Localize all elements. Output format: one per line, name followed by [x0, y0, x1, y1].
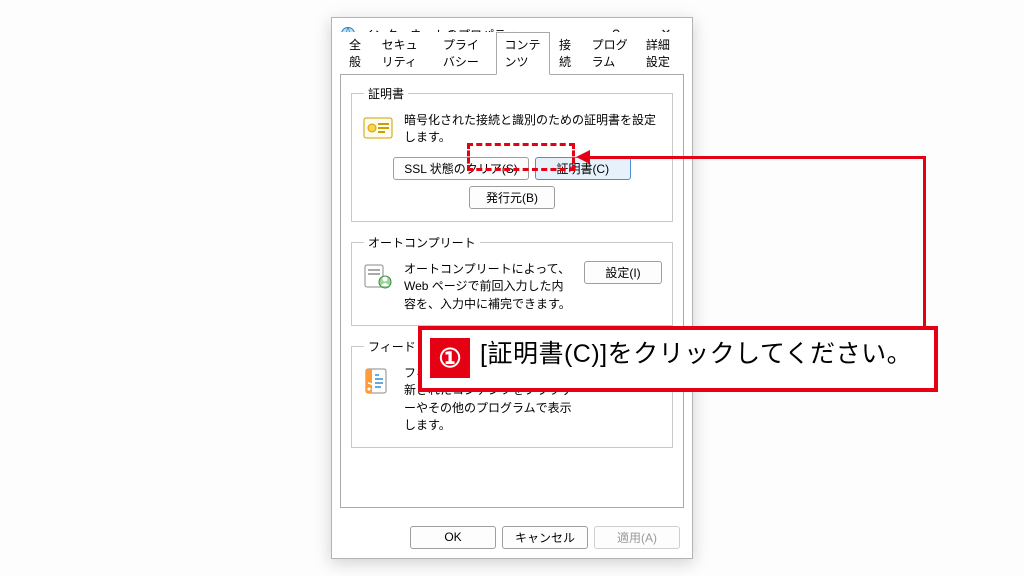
- tab-privacy[interactable]: プライバシー: [434, 32, 496, 75]
- tab-content[interactable]: コンテンツ: [496, 32, 550, 75]
- tab-general[interactable]: 全般: [340, 32, 373, 75]
- autocomplete-group: オートコンプリート オートコンプリートによって、Web ページで前回入力した内容…: [351, 234, 673, 326]
- instruction-text: [証明書(C)]をクリックしてください。: [480, 338, 912, 372]
- dialog-footer: OK キャンセル 適用(A): [332, 516, 692, 558]
- step-number-badge: ①: [430, 338, 470, 378]
- certificates-desc: 暗号化された接続と識別のための証明書を設定します。: [404, 112, 662, 147]
- tab-connections[interactable]: 接続: [550, 32, 583, 75]
- arrow-head-icon: [576, 150, 590, 164]
- internet-properties-dialog: インターネットのプロパティ ? ✕ 全般 セキュリティ プライバシー コンテンツ…: [331, 17, 693, 559]
- certificate-icon: [362, 112, 394, 144]
- certificates-legend: 証明書: [364, 85, 408, 102]
- feeds-icon: [362, 365, 394, 397]
- autocomplete-icon: [362, 261, 394, 293]
- tab-advanced[interactable]: 詳細設定: [637, 32, 684, 75]
- autocomplete-desc: オートコンプリートによって、Web ページで前回入力した内容を、入力中に補完でき…: [404, 261, 574, 313]
- arrow-line-vertical: [923, 156, 926, 326]
- ok-button[interactable]: OK: [410, 526, 496, 549]
- tabpanel-content: 証明書 暗号化された接続と識別のための証明書を設定します。 SSL 状態のクリア…: [340, 74, 684, 508]
- tabstrip: 全般 セキュリティ プライバシー コンテンツ 接続 プログラム 詳細設定: [332, 50, 692, 74]
- autocomplete-settings-button[interactable]: 設定(I): [584, 261, 662, 284]
- clear-ssl-button[interactable]: SSL 状態のクリア(S): [393, 157, 529, 180]
- autocomplete-legend: オートコンプリート: [364, 234, 480, 251]
- publishers-button[interactable]: 発行元(B): [469, 186, 555, 209]
- cancel-button[interactable]: キャンセル: [502, 526, 588, 549]
- feeds-legend: フィード: [364, 338, 420, 355]
- certificates-group: 証明書 暗号化された接続と識別のための証明書を設定します。 SSL 状態のクリア…: [351, 85, 673, 222]
- tab-programs[interactable]: プログラム: [583, 32, 637, 75]
- tab-security[interactable]: セキュリティ: [373, 32, 434, 75]
- apply-button[interactable]: 適用(A): [594, 526, 680, 549]
- arrow-line-horizontal: [590, 156, 926, 159]
- instruction-callout: ① [証明書(C)]をクリックしてください。: [418, 326, 938, 392]
